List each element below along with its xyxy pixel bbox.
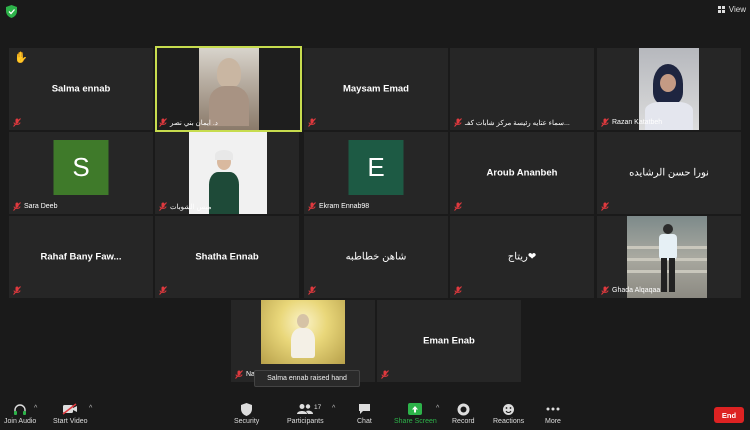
participant-name: Salma ennab [51,83,111,95]
more-button[interactable]: More [545,402,561,425]
participant-label: Razan Katatbeh [612,119,663,126]
participants-icon [297,402,314,416]
participant-tile[interactable]: Razan Katatbeh [597,48,741,130]
start-video-label: Start Video [53,418,88,425]
participant-label: Sara Deeb [24,203,58,210]
participant-label: د. ايمان بني نصر [170,119,218,127]
meeting-toolbar: Join Audio ^ Start Video ^ Security Part… [0,399,750,430]
participant-tile[interactable]: ✋ Salma ennab [9,48,153,130]
participant-tile[interactable]: شاهن خطاطبه [304,216,448,298]
record-icon [457,402,470,416]
participant-name: Maysam Emad [342,83,409,95]
participant-tile[interactable]: Rahaf Bany Faw... [9,216,153,298]
mic-muted-icon [159,202,167,211]
grid-icon [717,5,726,14]
end-meeting-button[interactable]: End [714,407,744,423]
participant-name: شاهن خطاطبه [345,251,407,263]
participant-tile[interactable]: Shatha Ennab [155,216,299,298]
mic-muted-icon [601,202,609,211]
video-off-icon [62,402,78,416]
chat-label: Chat [357,418,372,425]
mic-muted-icon [13,202,21,211]
security-button[interactable]: Security [234,402,259,425]
mic-muted-icon [454,286,462,295]
participant-tile[interactable]: Aroub Ananbeh [450,132,594,214]
participant-tile[interactable]: Ghada Alqaqaa [597,216,741,298]
smiley-icon [502,402,515,416]
participant-name: نورا حسن الرشايده [629,167,709,179]
share-options-caret-icon[interactable]: ^ [436,405,439,412]
participant-name: Eman Enab [423,335,475,347]
shield-icon[interactable] [6,5,17,18]
chat-icon [358,402,371,416]
participant-label: Ghada Alqaqaa [612,287,661,294]
mic-muted-icon [308,118,316,127]
participants-label: Participants [287,418,324,425]
participant-label: Ekram Ennab98 [319,203,370,210]
top-bar: View [0,0,750,24]
mic-muted-icon [601,118,609,127]
mic-muted-icon [601,286,609,295]
mic-muted-icon [13,118,21,127]
view-label: View [728,5,746,14]
avatar: E [348,140,404,195]
mic-muted-icon [159,118,167,127]
reactions-button[interactable]: Reactions [493,402,524,425]
participants-options-caret-icon[interactable]: ^ [332,405,335,412]
participant-name: Shatha Ennab [195,251,259,263]
join-audio-button[interactable]: Join Audio [4,402,36,425]
mic-muted-icon [454,202,462,211]
security-shield-icon [241,402,253,416]
avatar: S [53,140,109,195]
mic-muted-icon [13,286,21,295]
participant-tile[interactable]: E Ekram Ennab98 [304,132,448,214]
participant-tile[interactable]: S Sara Deeb [9,132,153,214]
participant-label: سماء عتايه رئيسة مركز شابات كفـ... [465,119,570,127]
participant-tile[interactable]: Eman Enab [377,300,521,382]
participant-label: ميس الشوبات [170,203,212,211]
participant-tile[interactable]: Maysam Emad [304,48,448,130]
more-label: More [545,418,561,425]
mic-muted-icon [454,118,462,127]
share-screen-button[interactable]: Share Screen [394,402,437,425]
reactions-label: Reactions [493,418,525,425]
view-button[interactable]: View [717,5,746,14]
security-label: Security [234,418,260,425]
audio-options-caret-icon[interactable]: ^ [34,405,37,412]
more-dots-icon [546,402,560,416]
share-screen-icon [408,402,423,416]
raised-hand-icon: ✋ [14,52,28,64]
participant-name: ريتاج❤ [507,251,537,263]
mic-muted-icon [308,202,316,211]
mic-muted-icon [159,286,167,295]
participant-tile[interactable]: سماء عتايه رئيسة مركز شابات كفـ... [450,48,594,130]
participant-video [261,300,345,364]
participant-tile-active-speaker[interactable]: د. ايمان بني نصر [155,46,302,132]
start-video-button[interactable]: Start Video [53,402,88,425]
mic-muted-icon [235,370,243,379]
mic-muted-icon [381,370,389,379]
record-label: Record [452,418,475,425]
participants-count: 17 [314,404,322,411]
participant-name: Aroub Ananbeh [486,167,558,179]
record-button[interactable]: Record [452,402,475,425]
raised-hand-notification: Salma ennab raised hand [254,370,360,387]
headphones-icon [13,402,27,416]
participant-tile[interactable]: نورا حسن الرشايده [597,132,741,214]
share-screen-label: Share Screen [394,418,437,425]
video-options-caret-icon[interactable]: ^ [89,405,92,412]
chat-button[interactable]: Chat [357,402,372,425]
join-audio-label: Join Audio [4,418,37,425]
participant-tile[interactable]: ميس الشوبات [155,132,299,214]
mic-muted-icon [308,286,316,295]
participant-tile[interactable]: ريتاج❤ [450,216,594,298]
participant-name: Rahaf Bany Faw... [40,251,122,263]
